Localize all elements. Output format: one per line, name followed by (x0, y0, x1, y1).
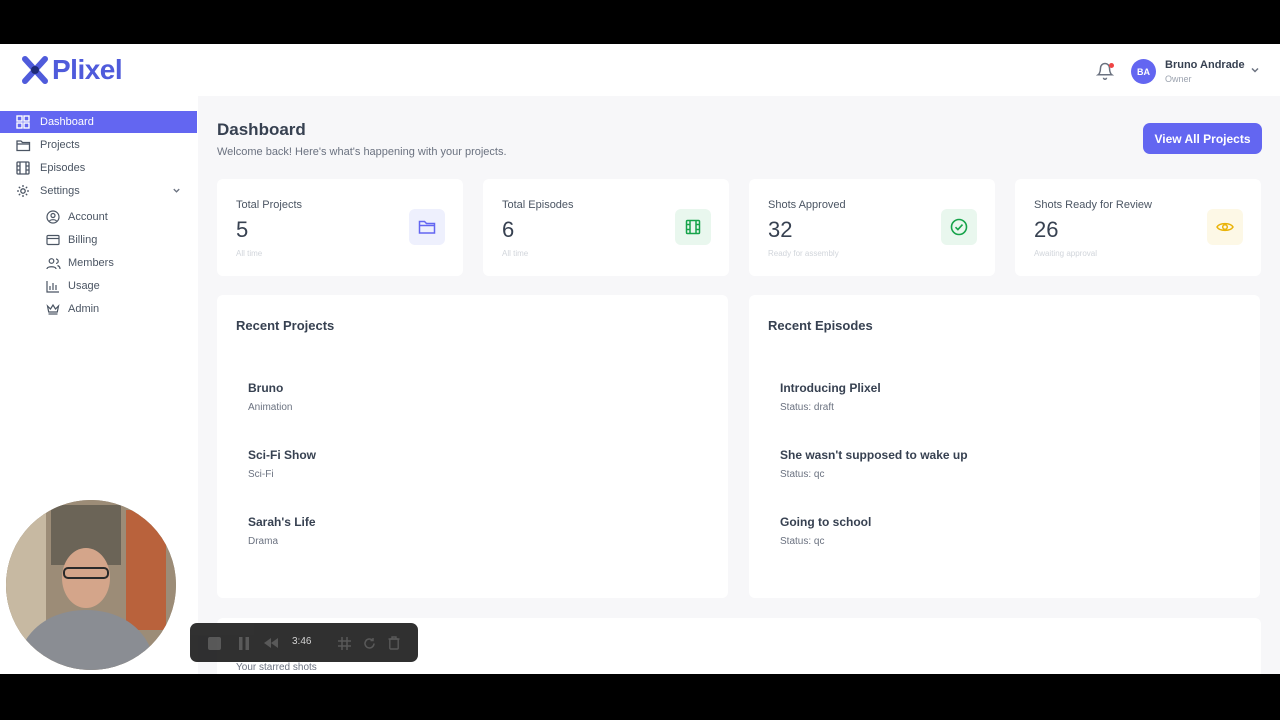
stat-note: Ready for assembly (768, 249, 839, 258)
sidebar-item-members[interactable]: Members (0, 253, 197, 273)
sidebar-item-label: Episodes (40, 162, 86, 174)
sidebar-item-label: Settings (40, 185, 80, 197)
episode-status: Status: qc (780, 536, 825, 547)
webcam-person-image (6, 500, 176, 670)
episode-status: Status: qc (780, 469, 825, 480)
sidebar-item-billing[interactable]: Billing (0, 230, 197, 250)
sidebar-item-dashboard[interactable]: Dashboard (0, 111, 197, 133)
sidebar-item-label: Projects (40, 139, 80, 151)
webcam-overlay (6, 500, 176, 670)
project-name[interactable]: Sci-Fi Show (248, 448, 316, 462)
sidebar-item-episodes[interactable]: Episodes (0, 157, 197, 179)
view-all-projects-button[interactable]: View All Projects (1143, 123, 1262, 154)
stat-label: Shots Approved (768, 199, 846, 211)
stat-label: Shots Ready for Review (1034, 199, 1152, 211)
stat-value: 26 (1034, 217, 1059, 242)
pause-icon[interactable] (236, 635, 252, 651)
bar-chart-icon (45, 278, 61, 294)
project-name[interactable]: Sarah's Life (248, 515, 316, 529)
folder-icon (409, 209, 445, 245)
stop-icon[interactable] (206, 635, 222, 651)
project-genre: Animation (248, 402, 293, 413)
sidebar-item-label: Members (68, 257, 114, 269)
panel-subtitle: Your starred shots (236, 662, 317, 673)
avatar[interactable]: BA (1131, 59, 1156, 84)
episode-name[interactable]: She wasn't supposed to wake up (780, 448, 968, 462)
plixel-logo-icon (22, 56, 48, 84)
stat-note: Awaiting approval (1034, 249, 1098, 258)
check-circle-icon (941, 209, 977, 245)
top-bar: Plixel BA Bruno Andrade Owner (0, 44, 1280, 96)
app-logo[interactable]: Plixel (22, 54, 123, 85)
stat-value: 6 (502, 217, 515, 242)
recent-episodes-panel: Recent Episodes Introducing Plixel Statu… (749, 295, 1260, 598)
stat-card-shots-approved[interactable]: Shots Approved 32 Ready for assembly (749, 179, 995, 276)
stat-card-total-projects[interactable]: Total Projects 5 All time (217, 179, 463, 276)
episode-name[interactable]: Introducing Plixel (780, 381, 881, 395)
recorder-toolbar: 3:46 (190, 623, 418, 662)
sidebar-item-account[interactable]: Account (0, 207, 197, 227)
sidebar-item-label: Account (68, 211, 108, 223)
notification-dot (1109, 63, 1114, 68)
stat-card-total-episodes[interactable]: Total Episodes 6 All time (483, 179, 729, 276)
credit-card-icon (45, 232, 61, 248)
user-role: Owner (1165, 74, 1192, 84)
stat-note: All time (502, 249, 529, 258)
grid-icon[interactable] (336, 635, 352, 651)
sidebar-item-label: Admin (68, 303, 100, 315)
eye-icon (1207, 209, 1243, 245)
sidebar-item-label: Billing (68, 234, 98, 246)
stat-label: Total Episodes (502, 199, 574, 211)
gear-icon (15, 183, 31, 199)
stat-note: All time (236, 249, 263, 258)
app-name: Plixel (52, 54, 123, 85)
stat-label: Total Projects (236, 199, 303, 211)
episode-name[interactable]: Going to school (780, 515, 871, 529)
recording-time: 3:46 (292, 636, 312, 647)
user-name[interactable]: Bruno Andrade (1165, 59, 1245, 71)
crown-icon (45, 301, 61, 317)
episode-status: Status: draft (780, 402, 834, 413)
project-name[interactable]: Bruno (248, 381, 283, 395)
chevron-down-icon[interactable] (1250, 65, 1260, 75)
sidebar-item-label: Usage (68, 280, 100, 292)
sidebar-item-projects[interactable]: Projects (0, 134, 197, 156)
trash-icon[interactable] (386, 635, 402, 651)
dashboard-grid-icon (15, 114, 31, 130)
chevron-down-icon (173, 188, 180, 193)
panel-title: Recent Projects (236, 318, 335, 333)
panel-title: Recent Episodes (768, 318, 873, 333)
users-icon (45, 255, 61, 271)
user-circle-icon (45, 209, 61, 225)
stat-value: 5 (236, 217, 249, 242)
page-subtitle: Welcome back! Here's what's happening wi… (217, 146, 507, 158)
sidebar-item-admin[interactable]: Admin (0, 299, 197, 319)
folder-icon (15, 137, 31, 153)
sidebar-item-label: Dashboard (40, 116, 94, 128)
restart-icon[interactable] (361, 635, 377, 651)
app-screen: Plixel BA Bruno Andrade Owner Dashboard … (0, 44, 1280, 674)
project-genre: Drama (248, 536, 279, 547)
film-icon (15, 160, 31, 176)
recent-projects-panel: Recent Projects Bruno Animation Sci-Fi S… (217, 295, 728, 598)
film-icon (675, 209, 711, 245)
project-genre: Sci-Fi (248, 469, 274, 480)
stat-card-shots-ready[interactable]: Shots Ready for Review 26 Awaiting appro… (1015, 179, 1261, 276)
page-title: Dashboard (217, 120, 306, 139)
sidebar-item-usage[interactable]: Usage (0, 276, 197, 296)
stat-value: 32 (768, 217, 793, 242)
rewind-icon[interactable] (263, 635, 279, 651)
sidebar-item-settings[interactable]: Settings (0, 180, 197, 202)
